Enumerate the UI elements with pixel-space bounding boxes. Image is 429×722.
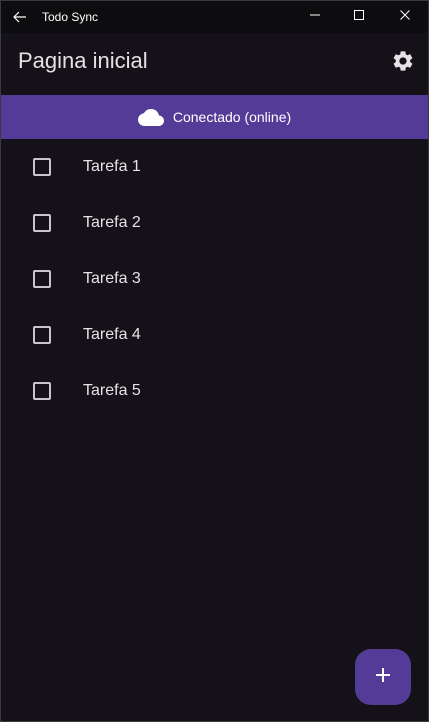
window-title: Todo Sync [42,10,99,24]
task-checkbox[interactable] [33,214,51,232]
task-item[interactable]: Tarefa 3 [1,251,428,307]
task-item[interactable]: Tarefa 2 [1,195,428,251]
app-bar: Pagina inicial [1,33,428,95]
task-item[interactable]: Tarefa 5 [1,363,428,419]
task-item[interactable]: Tarefa 1 [1,139,428,195]
task-checkbox[interactable] [33,270,51,288]
task-label: Tarefa 3 [83,270,141,287]
title-bar: Todo Sync [1,1,428,33]
task-label: Tarefa 5 [83,382,141,399]
minimize-button[interactable] [292,1,338,33]
minimize-icon [309,8,321,26]
task-checkbox[interactable] [33,158,51,176]
back-arrow-icon[interactable] [11,8,29,26]
maximize-button[interactable] [336,1,382,33]
close-button[interactable] [382,1,428,33]
app-window: Todo Sync Pagina inicial Conectado (onli… [0,0,429,722]
add-task-button[interactable] [355,649,411,705]
task-checkbox[interactable] [33,326,51,344]
task-label: Tarefa 4 [83,326,141,343]
close-icon [399,8,411,26]
cloud-icon [137,108,164,126]
task-item[interactable]: Tarefa 4 [1,307,428,363]
task-label: Tarefa 2 [83,214,141,231]
maximize-icon [353,8,365,26]
plus-icon [374,666,392,689]
status-text: Conectado (online) [172,109,292,125]
task-label: Tarefa 1 [83,158,141,175]
task-list: Tarefa 1 Tarefa 2 Tarefa 3 Tarefa 4 Tare… [1,139,428,419]
task-checkbox[interactable] [33,382,51,400]
connection-status-banner: Conectado (online) [1,95,428,139]
gear-icon[interactable] [391,49,415,73]
page-title: Pagina inicial [18,48,148,73]
